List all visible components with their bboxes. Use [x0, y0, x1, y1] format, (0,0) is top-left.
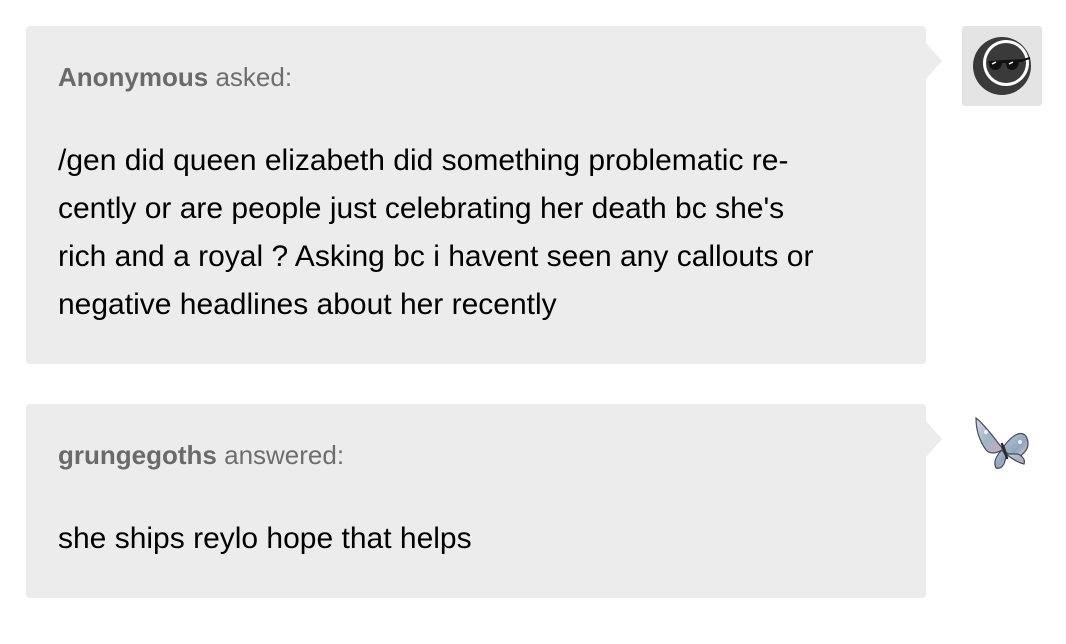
answer-bubble: grungegoths answered: she ships reylo ho… [26, 404, 942, 598]
question-text: /gen did queen elizabeth did something p… [58, 137, 888, 329]
answer-header: grungegoths answered: [58, 440, 344, 471]
butterfly-icon [975, 416, 1029, 469]
asker-name[interactable]: Anonymous [58, 62, 208, 92]
question-line: rich and a royal ? Asking bc i havent se… [58, 240, 814, 273]
answer-text: she ships reylo hope that helps [58, 515, 888, 563]
answerer-avatar[interactable] [962, 404, 1042, 484]
asker-verb: asked: [215, 62, 293, 92]
anonymous-sunglasses-icon [973, 37, 1031, 95]
question-line: negative headlines about her recently [58, 288, 557, 321]
anonymous-avatar[interactable] [962, 26, 1042, 106]
answer-line: she ships reylo hope that helps [58, 522, 472, 555]
ask-bubble: Anonymous asked: /gen did queen elizabet… [26, 26, 942, 364]
question-line: /gen did queen elizabeth did something p… [58, 144, 789, 177]
answerer-name[interactable]: grungegoths [58, 440, 217, 470]
answerer-verb: answered: [224, 440, 345, 470]
ask-header: Anonymous asked: [58, 62, 292, 93]
question-line: cently or are people just celebrating he… [58, 192, 785, 225]
